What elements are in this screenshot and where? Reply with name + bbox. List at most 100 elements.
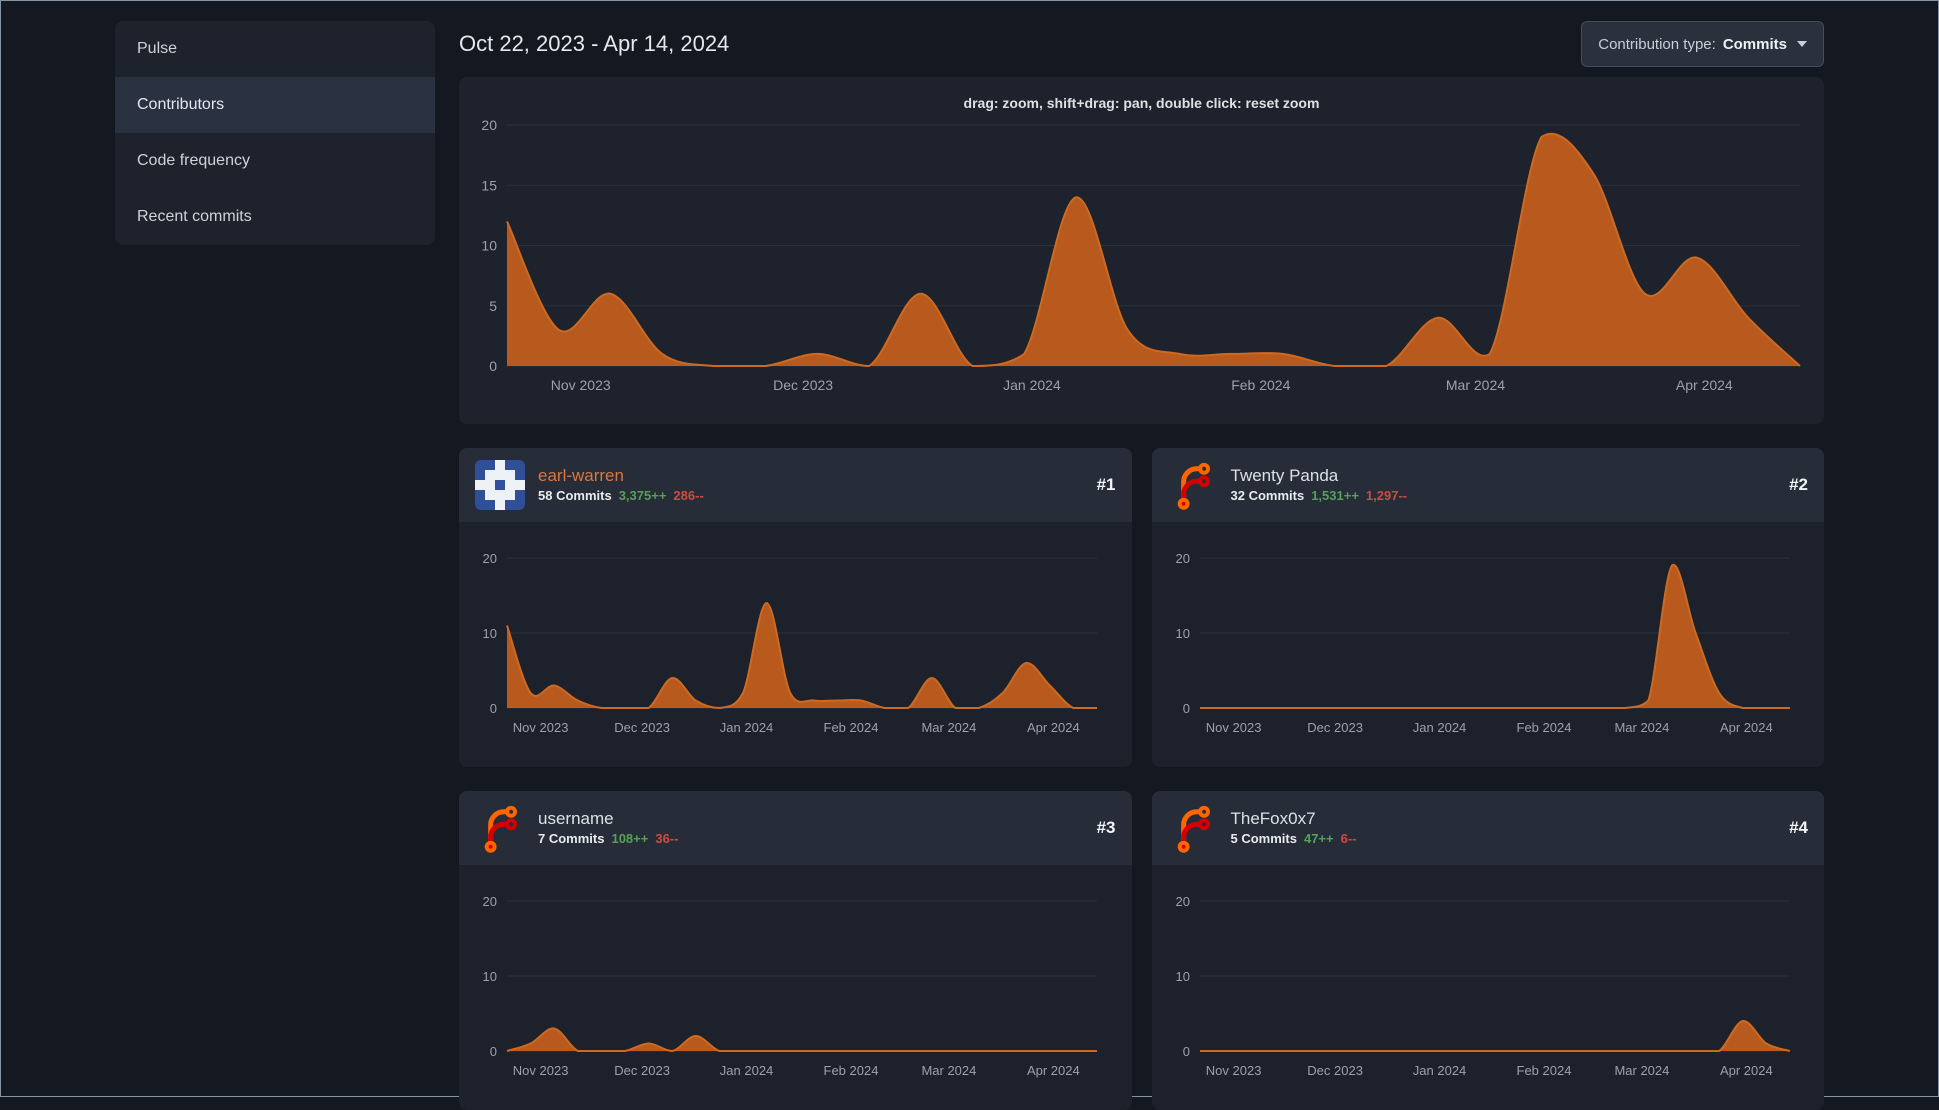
x-tick-label: Dec 2023 [1307,1063,1363,1078]
y-tick-label: 0 [490,701,497,716]
x-tick-label: Nov 2023 [513,720,569,735]
overall-contributions-panel: drag: zoom, shift+drag: pan, double clic… [459,77,1824,424]
contributor-chart[interactable]: 0 10 20 Nov 2023 Dec 2023 Jan 2024 Feb 2024 Mar… [469,538,1122,748]
contributor-card: username 7 Commits 108++ 36-- #3 0 10 20 No… [459,791,1132,1110]
y-tick-label: 20 [1175,551,1189,566]
y-tick-label: 0 [1182,1044,1189,1059]
contributor-name[interactable]: TheFox0x7 [1231,809,1357,829]
area-series-fill [1199,564,1790,708]
chart-canvas: 0 10 20 Nov 2023 Dec 2023 Jan 2024 Feb 2024 Mar… [483,551,1097,735]
x-tick-label: Dec 2023 [614,1063,670,1078]
y-tick-label: 5 [489,298,497,314]
y-tick-label: 20 [1175,894,1189,909]
x-tick-label: Apr 2024 [1027,1063,1080,1078]
contributor-card-header: TheFox0x7 5 Commits 47++ 6-- #4 [1151,791,1824,865]
rank-badge: #1 [1096,475,1116,494]
sidebar-item-pulse[interactable]: Pulse [115,21,435,77]
x-tick-label: Dec 2023 [773,377,833,393]
x-tick-label: Feb 2024 [824,1063,879,1078]
contributor-card-header: username 7 Commits 108++ 36-- #3 [459,791,1132,865]
contribution-type-label: Contribution type: [1598,35,1716,53]
contribution-type-value: Commits [1722,35,1787,53]
contributor-stats: 58 Commits 3,375++ 286-- [538,488,704,503]
contributor-name[interactable]: Twenty Panda [1231,466,1408,486]
chart-canvas: 0 10 20 Nov 2023 Dec 2023 Jan 2024 Feb 2024 Mar… [1175,551,1790,735]
y-tick-label: 10 [481,238,497,254]
y-tick-label: 0 [490,1044,497,1059]
x-tick-label: Apr 2024 [1676,377,1733,393]
y-tick-label: 20 [483,551,497,566]
forgejo-logo-icon [1177,462,1210,510]
contributor-identity: username 7 Commits 108++ 36-- [538,809,678,846]
x-tick-label: Nov 2023 [551,377,611,393]
x-tick-label: Feb 2024 [1516,1063,1571,1078]
x-tick-label: Jan 2024 [720,720,774,735]
area-series-line [1199,1020,1790,1052]
y-tick-label: 10 [1175,626,1189,641]
x-tick-label: Nov 2023 [513,1063,569,1078]
rank-badge: #4 [1789,818,1808,837]
x-tick-label: Mar 2024 [921,720,976,735]
contributor-chart[interactable]: 0 10 20 Nov 2023 Dec 2023 Jan 2024 Feb 2024 Mar… [1162,881,1815,1091]
avatar[interactable] [1168,460,1218,510]
x-tick-label: Nov 2023 [1205,720,1261,735]
x-tick-label: Mar 2024 [1614,720,1669,735]
chart-canvas: 0 10 20 Nov 2023 Dec 2023 Jan 2024 Feb 2024 Mar… [483,894,1097,1078]
contributor-card: TheFox0x7 5 Commits 47++ 6-- #4 0 10 20 Nov… [1151,791,1824,1110]
sidebar-item-code-frequency[interactable]: Code frequency [115,133,435,189]
avatar[interactable] [475,460,525,510]
x-tick-label: Jan 2024 [720,1063,774,1078]
sidebar-item-contributors[interactable]: Contributors [115,77,435,133]
contributor-card: earl-warren 58 Commits 3,375++ 286-- #1 … [459,448,1132,767]
x-tick-label: Dec 2023 [1307,720,1363,735]
y-tick-label: 20 [481,117,497,133]
contributor-name[interactable]: earl-warren [538,466,704,486]
commit-count: 5 Commits [1230,831,1297,847]
area-series-fill [1199,1020,1790,1051]
area-series-fill [507,1028,1097,1051]
rank-badge: #3 [1096,818,1116,837]
contribution-type-dropdown[interactable]: Contribution type: Commits [1581,21,1824,67]
deletions-count: 36-- [655,831,679,847]
x-tick-label: Mar 2024 [1446,377,1505,393]
contributor-card-header: Twenty Panda 32 Commits 1,531++ 1,297-- … [1151,448,1824,522]
x-tick-label: Apr 2024 [1027,720,1080,735]
avatar[interactable] [1168,803,1218,853]
y-tick-label: 15 [481,177,497,193]
commit-count: 58 Commits [538,488,612,504]
y-tick-label: 0 [489,358,497,374]
additions-count: 108++ [611,831,649,847]
x-tick-label: Feb 2024 [824,720,879,735]
x-tick-label: Apr 2024 [1719,720,1772,735]
contributor-stats: 7 Commits 108++ 36-- [538,831,678,846]
contributor-chart[interactable]: 0 10 20 Nov 2023 Dec 2023 Jan 2024 Feb 2024 Mar… [469,881,1122,1091]
overall-contributions-chart[interactable]: 0 5 10 15 20 Nov 2023 Dec 2023 Jan 2024 Feb 2024… [459,115,1824,407]
activity-contributors-page: Pulse Contributors Code frequency Recent… [1,1,1938,1110]
additions-count: 3,375++ [618,488,667,504]
contributor-chart[interactable]: 0 10 20 Nov 2023 Dec 2023 Jan 2024 Feb 2024 Mar… [1162,538,1815,748]
y-tick-label: 10 [483,626,497,641]
deletions-count: 1,297-- [1365,488,1408,504]
identicon-image [475,460,525,510]
page-title: Oct 22, 2023 - Apr 14, 2024 [459,31,730,56]
y-tick-label: 20 [483,894,497,909]
contributor-stats: 5 Commits 47++ 6-- [1231,831,1357,846]
forgejo-logo-icon [1177,805,1210,853]
x-tick-label: Feb 2024 [1516,720,1571,735]
sidebar-item-recent-commits[interactable]: Recent commits [115,189,435,245]
contributor-cards-grid: earl-warren 58 Commits 3,375++ 286-- #1 … [459,448,1824,1110]
activity-menu: Pulse Contributors Code frequency Recent… [115,21,435,245]
rank-badge: #2 [1789,475,1808,494]
y-tick-label: 10 [483,969,497,984]
y-tick-label: 0 [1182,701,1189,716]
y-tick-label: 10 [1175,969,1189,984]
contributor-stats: 32 Commits 1,531++ 1,297-- [1231,488,1408,503]
contributor-name[interactable]: username [538,809,678,829]
contributor-identity: earl-warren 58 Commits 3,375++ 286-- [538,466,704,503]
chart-zoom-hint: drag: zoom, shift+drag: pan, double clic… [963,95,1320,111]
additions-count: 47++ [1303,831,1334,847]
sidebar: Pulse Contributors Code frequency Recent… [115,21,435,1110]
x-tick-label: Mar 2024 [921,1063,976,1078]
avatar[interactable] [475,803,525,853]
chevron-down-icon [1797,41,1807,47]
